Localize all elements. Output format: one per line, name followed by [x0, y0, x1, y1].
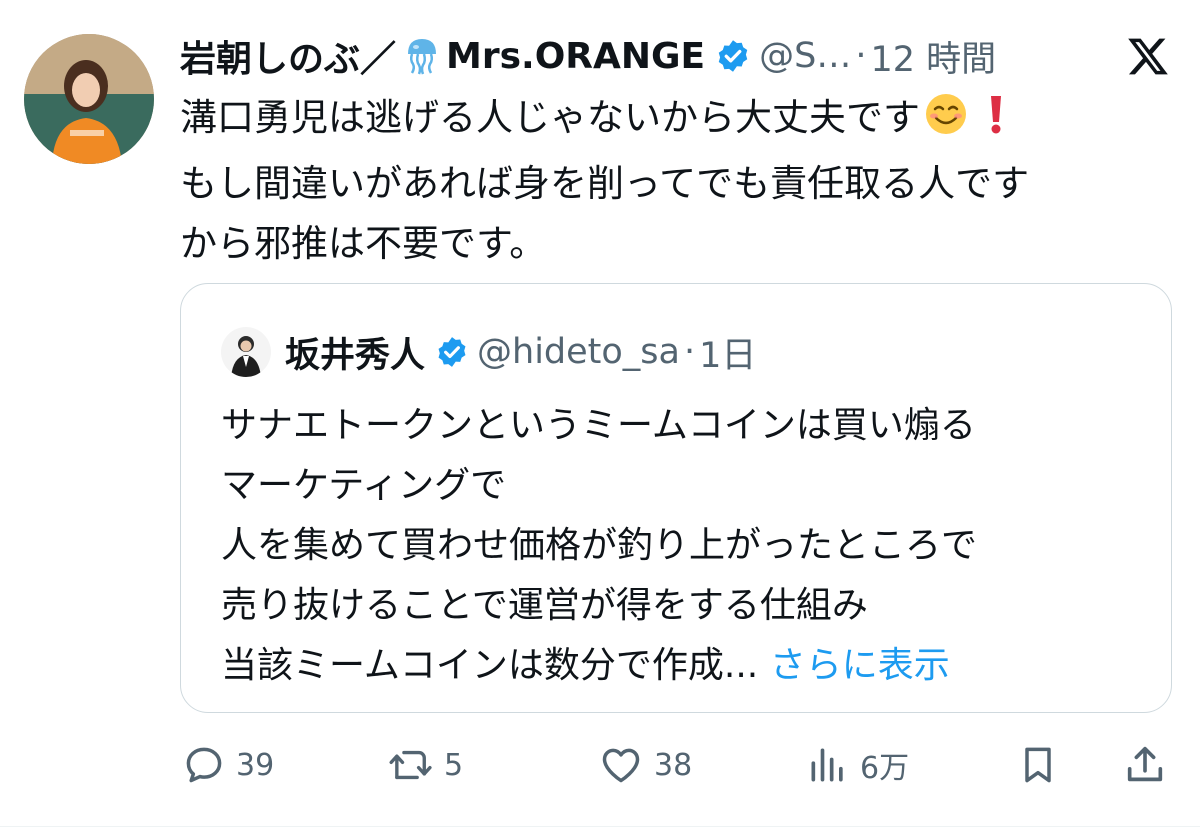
heart-icon — [602, 748, 640, 783]
quoted-post-line: マーケティングで — [221, 465, 507, 506]
views-icon — [811, 748, 843, 782]
like-button[interactable]: 38 — [598, 735, 692, 795]
quoted-post-last-line: 当該ミームコインは数分で作成... さらに表示 — [221, 636, 1141, 696]
author-handle[interactable]: @S… — [759, 36, 851, 76]
avatar-photo — [24, 34, 154, 164]
red-exclamation-emoji-icon — [984, 92, 1008, 154]
views-count: 6万 — [860, 751, 910, 786]
quoted-author-avatar[interactable] — [221, 327, 271, 377]
quoted-author-name[interactable]: 坂井秀人 — [285, 327, 425, 378]
quoted-post-line: サナエトークンというミームコインは買い煽る — [221, 405, 976, 446]
share-button[interactable] — [1122, 735, 1178, 795]
divider — [0, 826, 1200, 827]
reply-count: 39 — [236, 747, 275, 783]
tweet-card: 岩朝しのぶ／ Mrs.ORANGE @S… · 12 時間 溝口勇児は逃げる人じ… — [0, 0, 1200, 839]
x-logo-icon[interactable] — [1126, 34, 1170, 78]
smiling-face-emoji-icon — [924, 92, 968, 154]
verified-badge-icon — [435, 335, 469, 369]
time-separator: · — [855, 36, 867, 76]
share-icon — [1127, 746, 1163, 782]
verified-badge-icon — [715, 38, 751, 74]
jellyfish-emoji-icon — [404, 36, 440, 76]
post-body: 溝口勇児は逃げる人じゃないから大丈夫です もし間違いがあれば身を削ってでも責任取… — [180, 88, 1170, 274]
author-avatar[interactable] — [24, 34, 154, 164]
quoted-post-line: 売り抜けることで運営が得をする仕組み — [221, 585, 868, 626]
repost-icon — [389, 750, 432, 780]
quoted-post-header: 坂井秀人 @hideto_sa · 1日 — [221, 324, 756, 380]
reply-button[interactable]: 39 — [182, 735, 274, 795]
post-header: 岩朝しのぶ／ Mrs.ORANGE @S… · 12 時間 — [180, 28, 996, 84]
action-bar: 39 5 38 6万 — [0, 735, 1200, 795]
quoted-post-body: サナエトークンというミームコインは買い煽る マーケティングで 人を集めて買わせ価… — [221, 396, 1141, 696]
quoted-post[interactable]: 坂井秀人 @hideto_sa · 1日 サナエトークンというミームコインは買い… — [180, 283, 1172, 713]
post-body-line: から邪推は不要です。 — [180, 222, 547, 265]
repost-button[interactable]: 5 — [388, 735, 463, 795]
views-button[interactable]: 6万 — [806, 735, 909, 795]
quoted-post-time[interactable]: 1日 — [699, 327, 756, 378]
like-count: 38 — [654, 747, 693, 783]
post-body-line: 溝口勇児は逃げる人じゃないから大丈夫です — [180, 96, 920, 139]
quoted-post-line: 当該ミームコインは数分で作成... — [221, 645, 759, 686]
time-separator: · — [684, 332, 696, 372]
post-body-line: もし間違いがあれば身を削ってでも責任取る人です — [180, 162, 1030, 205]
quoted-author-handle[interactable]: @hideto_sa — [477, 332, 680, 372]
author-name[interactable]: 岩朝しのぶ／ — [180, 30, 396, 82]
bookmark-button[interactable] — [1016, 735, 1070, 795]
post-time[interactable]: 12 時間 — [871, 31, 997, 82]
author-name-suffix[interactable]: Mrs.ORANGE — [446, 36, 705, 77]
show-more-link[interactable]: さらに表示 — [770, 645, 950, 686]
reply-icon — [186, 747, 222, 783]
quoted-post-line: 人を集めて買わせ価格が釣り上がったところで — [221, 525, 978, 566]
repost-count: 5 — [444, 747, 464, 783]
bookmark-icon — [1025, 747, 1051, 783]
